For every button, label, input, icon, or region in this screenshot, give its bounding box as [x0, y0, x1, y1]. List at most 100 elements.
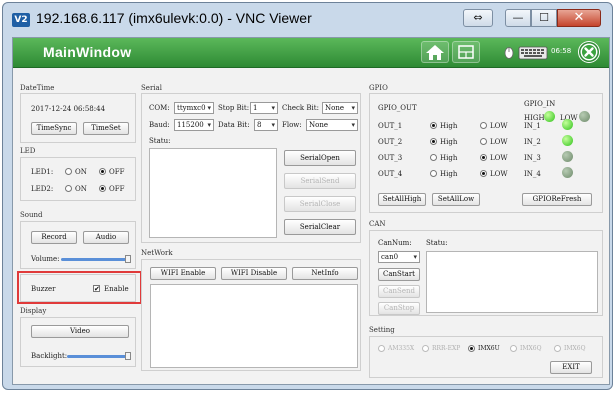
gpio-out-low-radio[interactable] [480, 170, 487, 177]
gpio-in-name: IN_2 [524, 138, 541, 146]
setting-option-radio[interactable] [378, 345, 385, 352]
databit-select[interactable]: 8 [254, 119, 278, 131]
gpio-low-legend-led [579, 111, 590, 122]
set-all-high-button[interactable]: SetAllHigh [378, 193, 426, 206]
led1-off-label: OFF [109, 168, 125, 176]
gpio-in-led [562, 135, 573, 146]
gpio-out-high-label: High [440, 122, 458, 130]
baud-select[interactable]: 115200 [174, 119, 214, 131]
volume-slider-knob[interactable] [125, 255, 131, 263]
serial-open-button[interactable]: SerialOpen [284, 150, 356, 166]
gpio-title: GPIO [369, 84, 388, 92]
setting-option-radio[interactable] [422, 345, 429, 352]
can-start-button[interactable]: CanStart [378, 268, 420, 281]
buzzer-highlight-box [17, 271, 142, 304]
com-select[interactable]: ttymxc0 [174, 102, 214, 114]
setting-option-label: RRR-EXP [432, 345, 461, 352]
gpio-out-high-radio[interactable] [430, 154, 437, 161]
serial-title: Serial [141, 84, 162, 92]
network-panel: WIFI Enable WIFI Disable NetInfo [141, 259, 361, 371]
can-panel: CanNum: can0 CanStart CanSend CanStop St… [369, 230, 603, 316]
serial-output-area[interactable] [149, 148, 277, 238]
datetime-title: DateTime [20, 84, 55, 92]
gpio-out-high-radio[interactable] [430, 138, 437, 145]
databit-label: Data Bit: [218, 121, 250, 129]
gpio-out-high-radio[interactable] [430, 170, 437, 177]
gpio-out-low-radio[interactable] [480, 154, 487, 161]
windows-button[interactable] [452, 41, 480, 63]
vnc-titlebar[interactable]: V2 192.168.6.117 (imx6ulevk:0.0) - VNC V… [3, 3, 612, 35]
timesync-button[interactable]: TimeSync [31, 122, 77, 135]
wifi-enable-button[interactable]: WIFI Enable [150, 267, 216, 280]
can-output-area[interactable] [426, 251, 598, 313]
video-button[interactable]: Video [31, 325, 129, 338]
gpio-out-name: OUT_4 [378, 170, 403, 178]
close-icon: ✕ [573, 10, 585, 25]
app-close-button[interactable] [578, 41, 600, 63]
network-output-area[interactable] [150, 284, 358, 368]
close-circle-icon [579, 42, 599, 62]
gpio-out-high-label: High [440, 154, 458, 162]
gpio-in-led [562, 151, 573, 162]
wifi-disable-button[interactable]: WIFI Disable [221, 267, 287, 280]
checkbit-select[interactable]: None [322, 102, 358, 114]
flow-select[interactable]: None [306, 119, 358, 131]
gpio-refresh-button[interactable]: GPIOReFresh [522, 193, 592, 206]
home-button[interactable] [421, 41, 449, 63]
volume-label: Volume: [31, 255, 60, 263]
audio-button[interactable]: Audio [83, 231, 129, 244]
netinfo-button[interactable]: NetInfo [292, 267, 358, 280]
backlight-slider-knob[interactable] [125, 352, 131, 360]
windows-icon [458, 45, 474, 59]
gpio-in-high-legend: HIGH [524, 114, 545, 122]
gpio-out-high-label: High [440, 138, 458, 146]
can-num-select[interactable]: can0 [378, 251, 420, 263]
sound-panel: Record Audio Volume: [20, 221, 136, 269]
flow-label: Flow: [282, 121, 302, 129]
serial-clear-button[interactable]: SerialClear [284, 219, 356, 235]
baud-label: Baud: [149, 121, 170, 129]
swap-arrows-icon: ⇔ [473, 11, 483, 24]
gpio-out-low-radio[interactable] [480, 122, 487, 129]
header-clock: 06:58 [551, 47, 572, 55]
can-stop-button[interactable]: CanStop [378, 302, 420, 315]
setting-title: Setting [369, 326, 395, 334]
serial-send-button[interactable]: SerialSend [284, 173, 356, 189]
timeset-button[interactable]: TimeSet [83, 122, 129, 135]
gpio-out-name: OUT_2 [378, 138, 403, 146]
backlight-slider[interactable] [67, 355, 129, 358]
set-all-low-button[interactable]: SetAllLow [432, 193, 480, 206]
vnc-close-button[interactable]: ✕ [557, 9, 601, 27]
record-button[interactable]: Record [31, 231, 77, 244]
gpio-out-low-radio[interactable] [480, 138, 487, 145]
serial-close-button[interactable]: SerialClose [284, 196, 356, 212]
led2-off-label: OFF [109, 185, 125, 193]
gpio-out-low-label: LOW [490, 122, 508, 130]
led1-on-radio[interactable] [65, 168, 72, 175]
gpio-in-label: GPIO_IN [524, 100, 556, 108]
setting-option-radio[interactable] [554, 345, 561, 352]
setting-option-radio[interactable] [510, 345, 517, 352]
setting-option-label: IMX6Q [564, 345, 586, 352]
vnc-swap-button[interactable]: ⇔ [463, 9, 493, 27]
gpio-out-high-radio[interactable] [430, 122, 437, 129]
setting-option-radio[interactable] [468, 345, 475, 352]
can-status-label: Statu: [426, 239, 448, 247]
setting-option-label: AM335X [388, 345, 415, 352]
stopbit-select[interactable]: 1 [250, 102, 278, 114]
can-send-button[interactable]: CanSend [378, 285, 420, 298]
exit-button[interactable]: EXIT [550, 361, 592, 374]
vnc-minimize-button[interactable]: — [505, 9, 531, 27]
display-panel: Video Backlight: [20, 317, 136, 367]
vnc-window: V2 192.168.6.117 (imx6ulevk:0.0) - VNC V… [2, 2, 613, 390]
setting-panel: AM335X RRR-EXP IMX6U IMX6Q IMX6Q EXIT [369, 336, 603, 378]
led1-off-radio[interactable] [99, 168, 106, 175]
vnc-maximize-button[interactable]: ☐ [531, 9, 557, 27]
gpio-high-legend-led [544, 111, 555, 122]
volume-slider[interactable] [61, 258, 129, 261]
led2-on-radio[interactable] [65, 185, 72, 192]
minimize-icon: — [512, 11, 524, 24]
gpio-out-high-label: High [440, 170, 458, 178]
gpio-out-low-label: LOW [490, 154, 508, 162]
led2-off-radio[interactable] [99, 185, 106, 192]
